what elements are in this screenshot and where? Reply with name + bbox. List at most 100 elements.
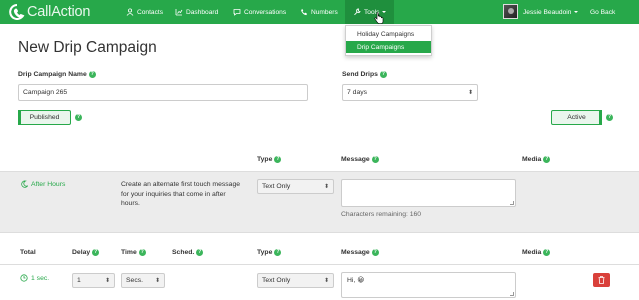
brand-name: CallAction (27, 4, 91, 20)
help-icon[interactable]: ? (371, 156, 379, 163)
top-navbar: CallAction Contacts Dashboard Conversati… (0, 0, 639, 24)
help-icon[interactable]: ? (88, 71, 96, 78)
header-label: Message (341, 249, 370, 256)
send-drips-label-text: Send Drips (342, 71, 378, 78)
type-value: Text Only (262, 183, 291, 190)
drips-type-header: Type ? (257, 249, 282, 256)
header-label: Media (522, 249, 542, 256)
drip-delay-select[interactable]: 1 (72, 273, 115, 288)
delay-value: 1 (77, 277, 81, 284)
send-drips-select[interactable]: 7 days (342, 84, 478, 101)
menu-item-label: Drip Campaigns (357, 43, 405, 51)
help-icon[interactable]: ? (138, 249, 146, 256)
page-title: New Drip Campaign (18, 39, 157, 56)
drips-total-header: Total (20, 249, 36, 256)
contacts-icon (126, 8, 134, 16)
logo-phone-icon (9, 4, 25, 20)
resize-handle[interactable] (510, 292, 514, 296)
active-toggle[interactable]: Active (551, 110, 602, 125)
drips-media-header: Media ? (522, 249, 551, 256)
after-hours-media-header: Media ? (522, 156, 551, 163)
wrench-icon (354, 8, 361, 16)
drips-time-header: Time ? (121, 249, 146, 256)
drip-time-select[interactable]: Secs. (121, 273, 165, 288)
active-label: Active (567, 114, 586, 121)
nav-dashboard-label: Dashboard (186, 8, 219, 16)
nav-numbers[interactable]: Numbers (300, 0, 338, 24)
dashboard-icon (175, 9, 183, 16)
header-label: Media (522, 156, 542, 163)
help-icon[interactable]: ? (92, 249, 100, 256)
send-drips-value: 7 days (347, 89, 368, 96)
drip-message-textarea[interactable]: Hi, 😀 (341, 272, 516, 298)
after-hours-type-header: Type ? (257, 156, 282, 163)
header-label: Type (257, 156, 273, 163)
time-value: Secs. (126, 277, 143, 284)
help-icon[interactable]: ? (274, 249, 282, 256)
message-value: Hi, 😀 (347, 277, 365, 284)
user-menu[interactable]: Jessie Beaudoin (523, 0, 579, 24)
after-hours-description: Create an alternate first touch message … (121, 181, 241, 207)
user-name: Jessie Beaudoin (523, 8, 572, 16)
drips-delay-header: Delay ? (72, 249, 100, 256)
nav-dashboard[interactable]: Dashboard (175, 0, 218, 24)
drip-total[interactable]: 1 sec. (20, 274, 49, 282)
nav-contacts-label: Contacts (137, 8, 164, 16)
clock-icon (20, 274, 28, 282)
help-icon[interactable]: ? (379, 71, 387, 78)
published-label: Published (29, 114, 60, 121)
drip-total-value: 1 sec. (31, 274, 50, 282)
resize-handle[interactable] (510, 201, 514, 205)
nav-numbers-label: Numbers (311, 8, 338, 16)
header-label: Total (20, 249, 36, 256)
header-label: Type (257, 249, 273, 256)
drip-type-select[interactable]: Text Only (257, 273, 334, 288)
chevron-down-icon (574, 11, 579, 13)
menu-item-drip-campaigns[interactable]: Drip Campaigns (346, 41, 431, 53)
after-hours-type-select[interactable]: Text Only (257, 179, 334, 194)
published-toggle[interactable]: Published (18, 110, 71, 125)
campaign-name-label-text: Drip Campaign Name (18, 71, 87, 78)
help-icon[interactable]: ? (75, 114, 82, 121)
go-back-link[interactable]: Go Back (590, 0, 615, 24)
help-icon[interactable]: ? (196, 249, 204, 256)
phone-icon (301, 8, 308, 16)
drips-message-header: Message ? (341, 249, 379, 256)
campaign-name-value: Campaign 265 (23, 89, 68, 96)
menu-item-holiday-campaigns[interactable]: Holiday Campaigns (346, 28, 431, 40)
help-icon[interactable]: ? (543, 249, 551, 256)
after-hours-link[interactable]: After Hours (20, 180, 65, 188)
header-label: Delay (72, 249, 91, 256)
help-icon[interactable]: ? (543, 156, 551, 163)
campaign-name-label: Drip Campaign Name ? (18, 71, 96, 78)
after-hours-message-textarea[interactable] (341, 179, 516, 207)
help-icon[interactable]: ? (371, 249, 379, 256)
header-label: Time (121, 249, 137, 256)
campaign-name-input[interactable]: Campaign 265 (18, 84, 308, 101)
menu-item-label: Holiday Campaigns (357, 30, 415, 38)
after-hours-message-header: Message ? (341, 156, 379, 163)
drips-sched-header: Sched. ? (172, 249, 204, 256)
trash-icon (598, 276, 605, 284)
go-back-label: Go Back (590, 8, 616, 16)
header-label: Sched. (172, 249, 195, 256)
nav-conversations-label: Conversations (244, 8, 287, 16)
header-label: Message (341, 156, 370, 163)
mouse-pointer-icon (374, 12, 384, 24)
nav-contacts[interactable]: Contacts (126, 0, 163, 24)
help-icon[interactable]: ? (606, 114, 613, 121)
after-hours-label: After Hours (31, 180, 66, 188)
tools-dropdown-menu: Holiday Campaigns Drip Campaigns (345, 25, 432, 56)
avatar[interactable] (503, 4, 518, 19)
nav-conversations[interactable]: Conversations (233, 0, 286, 24)
moon-icon (21, 180, 28, 188)
row-divider (0, 264, 639, 265)
help-icon[interactable]: ? (274, 156, 282, 163)
brand-logo[interactable]: CallAction (8, 3, 90, 21)
delete-drip-button[interactable] (593, 273, 610, 287)
nav-tools[interactable]: Tools (345, 0, 395, 24)
characters-remaining: Characters remaining: 160 (341, 211, 422, 218)
send-drips-label: Send Drips ? (342, 71, 387, 78)
type-value: Text Only (262, 277, 291, 284)
conversations-icon (233, 9, 241, 16)
